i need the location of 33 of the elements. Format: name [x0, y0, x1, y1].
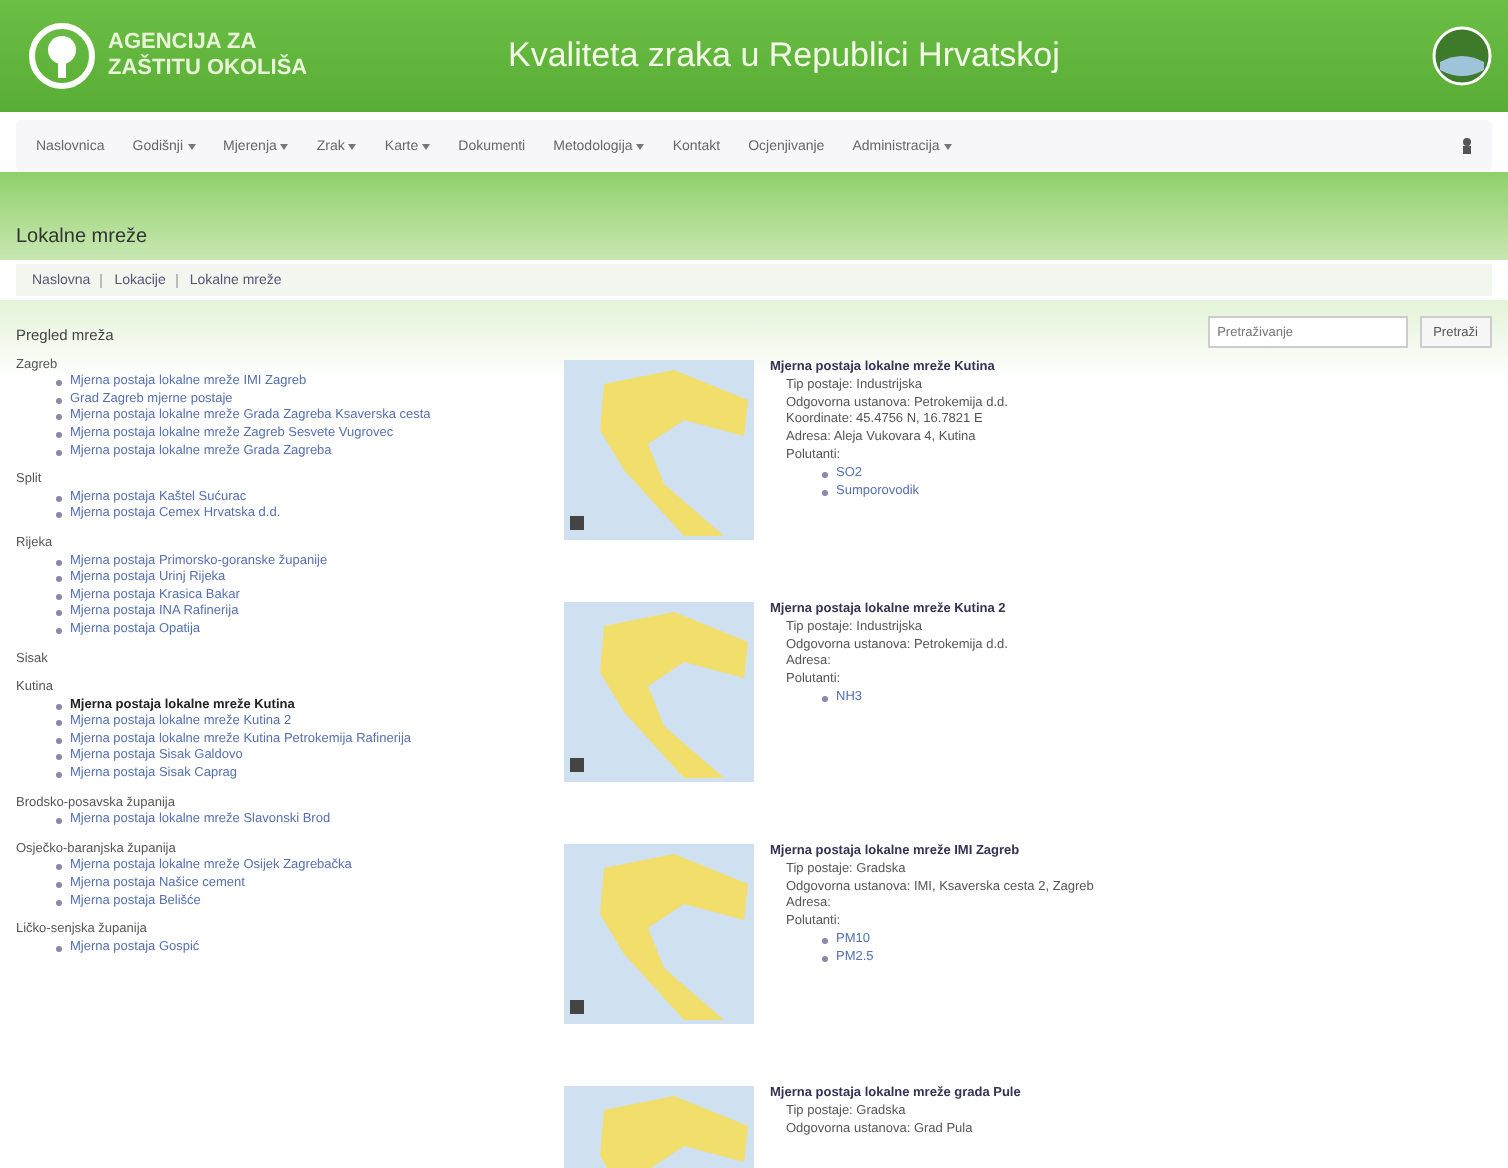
bullet-icon	[56, 512, 62, 519]
globe-icon	[1432, 26, 1492, 86]
bullet-icon	[822, 955, 828, 962]
bullet-icon	[56, 449, 62, 456]
bullet-icon	[56, 431, 62, 438]
bullet-icon	[56, 864, 62, 871]
bullet-icon	[56, 380, 62, 387]
page-title: Lokalne mreže	[16, 226, 148, 248]
bullet-icon	[56, 720, 62, 727]
bullet-icon	[56, 559, 62, 566]
bullet-icon	[56, 945, 62, 952]
bullet-icon	[822, 695, 828, 702]
tree-logo-icon	[28, 22, 96, 90]
bullet-icon	[56, 882, 62, 889]
bullet-icon	[822, 489, 828, 496]
user-icon[interactable]	[1462, 138, 1472, 154]
bullet-icon	[56, 818, 62, 825]
bullet-icon	[56, 754, 62, 761]
bullet-icon	[56, 703, 62, 710]
bullet-icon	[56, 397, 62, 404]
bullet-icon	[56, 772, 62, 779]
bullet-icon	[56, 737, 62, 744]
bullet-icon	[56, 593, 62, 600]
bullet-icon	[822, 471, 828, 478]
bullet-icon	[56, 414, 62, 421]
bullet-icon	[56, 576, 62, 583]
agency-name: AGENCIJA ZA ZAŠTITU OKOLIŠA	[108, 30, 308, 82]
bullet-icon	[56, 610, 62, 617]
site-title: Kvaliteta zraka u Republici Hrvatskoj	[508, 36, 1062, 76]
bullet-icon	[822, 937, 828, 944]
bullet-icon	[56, 627, 62, 634]
bullet-icon	[56, 495, 62, 502]
bullet-icon	[56, 899, 62, 906]
